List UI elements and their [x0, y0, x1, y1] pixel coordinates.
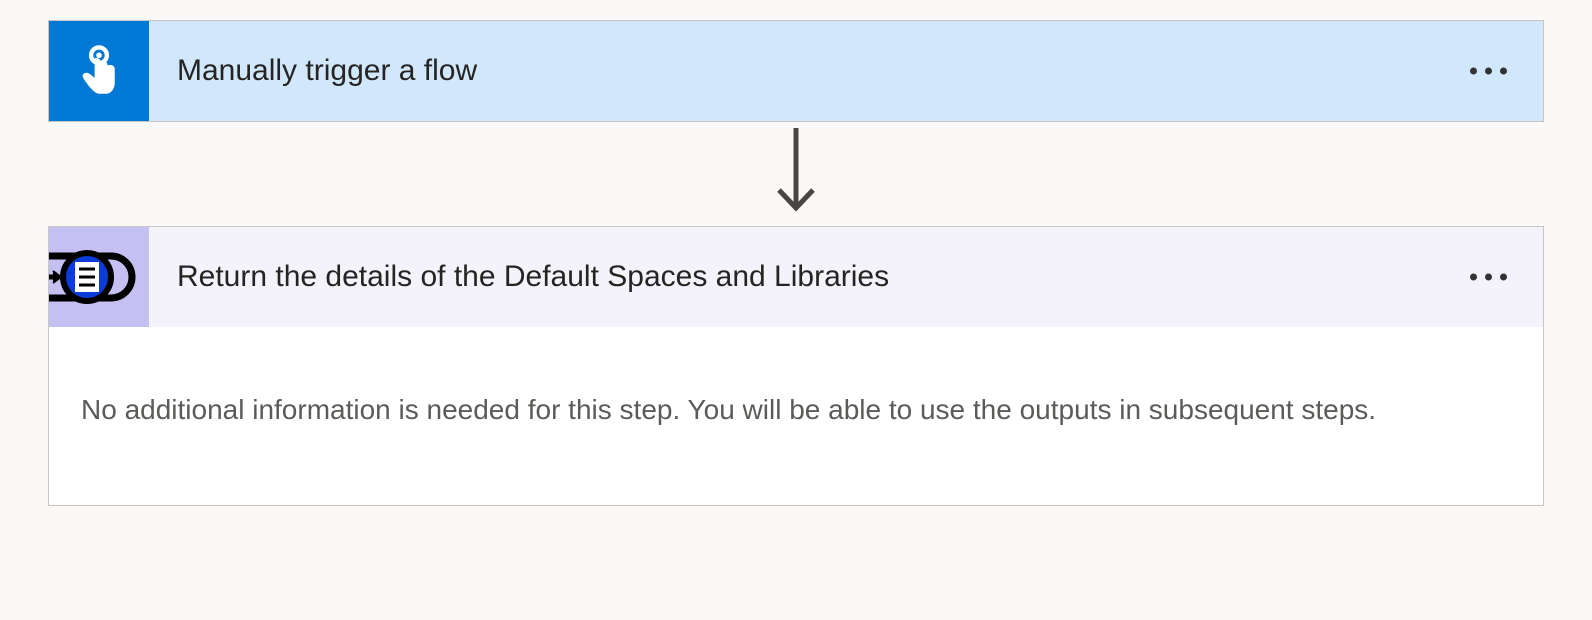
- ellipsis-icon: [1470, 68, 1477, 75]
- action-card-header[interactable]: Return the details of the Default Spaces…: [49, 227, 1543, 327]
- ellipsis-icon: [1500, 274, 1507, 281]
- flow-connector: [48, 122, 1544, 226]
- action-body-text: No additional information is needed for …: [49, 327, 1543, 505]
- trigger-card-header[interactable]: Manually trigger a flow: [49, 21, 1543, 121]
- ellipsis-icon: [1485, 68, 1492, 75]
- connector-icon: [49, 227, 149, 327]
- action-title: Return the details of the Default Spaces…: [177, 260, 1543, 294]
- trigger-card[interactable]: Manually trigger a flow: [48, 20, 1544, 122]
- flow-canvas: Manually trigger a flow: [0, 0, 1592, 546]
- ellipsis-icon: [1500, 68, 1507, 75]
- action-card[interactable]: Return the details of the Default Spaces…: [48, 226, 1544, 506]
- manual-trigger-icon: [49, 21, 149, 121]
- arrow-down-icon: [771, 124, 821, 224]
- trigger-more-button[interactable]: [1462, 60, 1515, 83]
- trigger-title: Manually trigger a flow: [177, 54, 1543, 88]
- action-more-button[interactable]: [1462, 266, 1515, 289]
- ellipsis-icon: [1485, 274, 1492, 281]
- ellipsis-icon: [1470, 274, 1477, 281]
